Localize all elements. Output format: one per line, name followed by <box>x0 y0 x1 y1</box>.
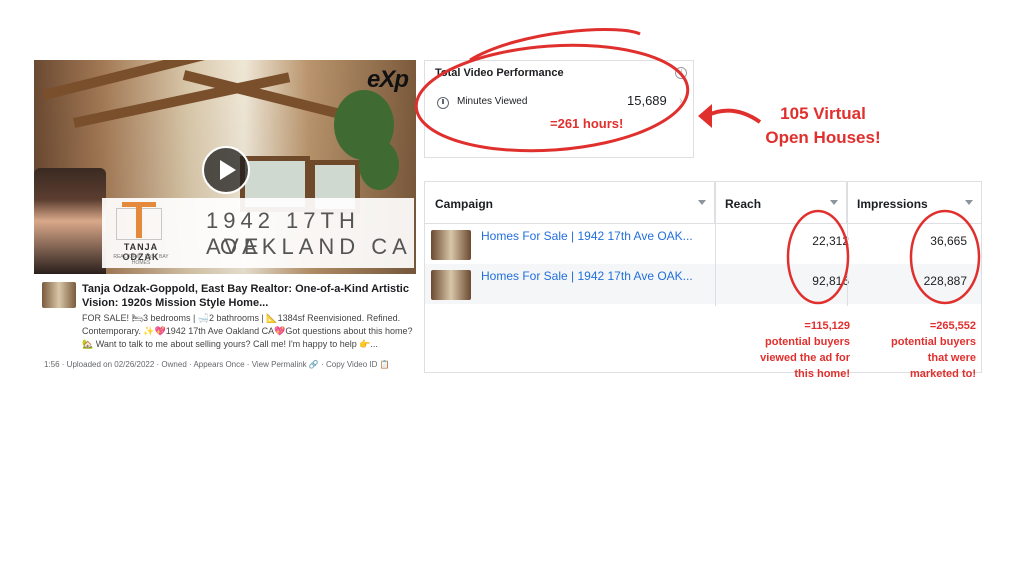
post-description: FOR SALE! 🛏3 bedrooms | 🛁2 bathrooms | 📐… <box>82 313 413 349</box>
video-thumbnail[interactable]: eXp TANJA ODZAK REALTOR® · EAST BAY HOME… <box>34 60 416 274</box>
column-header-reach[interactable]: Reach <box>715 182 847 224</box>
post-thumbnail-small <box>42 282 76 308</box>
play-button[interactable] <box>202 146 250 194</box>
column-divider <box>715 182 716 306</box>
annotation-line: marketed to! <box>909 368 976 380</box>
campaign-name-link[interactable]: Homes For Sale | 1942 17th Ave OAK... <box>481 269 693 283</box>
annotation-impressions: =265,552 potential buyers that were mark… <box>856 318 976 382</box>
annotation-line: potential buyers <box>891 336 976 348</box>
column-header-campaign[interactable]: Campaign <box>425 182 715 224</box>
annotation-open-houses: 105 Virtual Open Houses! <box>748 102 898 150</box>
annotation-line: potential buyers <box>765 336 850 348</box>
exp-logo: eXp <box>366 66 409 93</box>
annotation-line: =115,129 <box>804 320 850 332</box>
post-title[interactable]: Tanja Odzak-Goppold, East Bay Realtor: O… <box>82 282 412 310</box>
annotation-line: viewed the ad for <box>760 352 850 364</box>
tt-logo-icon <box>116 202 162 240</box>
annotation-line: Open Houses! <box>765 128 881 147</box>
chevron-right-icon[interactable]: › <box>679 95 683 107</box>
reach-value: 92,816 <box>812 274 849 288</box>
agent-avatar <box>34 168 106 274</box>
video-post-card: eXp TANJA ODZAK REALTOR® · EAST BAY HOME… <box>34 60 416 372</box>
column-header-label: Reach <box>725 197 762 211</box>
sort-caret-icon <box>698 200 706 205</box>
annotation-line: =265,552 <box>929 320 976 332</box>
impressions-value: 36,665 <box>930 234 967 248</box>
annotation-line: this home! <box>794 368 850 380</box>
plant <box>359 140 399 190</box>
agent-subtitle: REALTOR® · EAST BAY HOMES <box>113 254 169 266</box>
ad-thumbnail <box>431 270 471 300</box>
circle-minutes-stroke <box>469 28 641 62</box>
annotation-line: 105 Virtual <box>780 104 866 123</box>
annotation-hours: =261 hours! <box>550 116 624 131</box>
address-banner: TANJA ODZAK REALTOR® · EAST BAY HOMES 19… <box>102 198 414 268</box>
column-header-label: Campaign <box>435 197 494 211</box>
annotation-reach: =115,129 potential buyers viewed the ad … <box>718 318 850 382</box>
play-icon <box>220 160 236 180</box>
column-divider <box>847 182 848 306</box>
table-row[interactable]: Homes For Sale | 1942 17th Ave OAK... 92… <box>425 264 981 304</box>
minutes-viewed-label: Minutes Viewed <box>457 96 528 107</box>
clock-icon <box>437 97 449 109</box>
video-performance-panel: Total Video Performance i Minutes Viewed… <box>424 60 694 158</box>
performance-title: Total Video Performance <box>435 67 564 79</box>
reach-value: 22,312 <box>812 234 849 248</box>
table-row[interactable]: Homes For Sale | 1942 17th Ave OAK... 22… <box>425 224 981 264</box>
sort-caret-icon <box>830 200 838 205</box>
column-header-impressions[interactable]: Impressions <box>847 182 981 224</box>
annotation-line: that were <box>927 352 976 364</box>
sort-caret-icon <box>965 200 973 205</box>
campaign-name-link[interactable]: Homes For Sale | 1942 17th Ave OAK... <box>481 229 693 243</box>
address-line2: OAKLAND CA <box>220 234 412 259</box>
minutes-viewed-value: 15,689 <box>627 93 667 108</box>
arrow-head-icon <box>698 104 712 128</box>
post-meta: 1:56 · Uploaded on 02/26/2022 · Owned · … <box>44 360 390 369</box>
ad-thumbnail <box>431 230 471 260</box>
column-header-label: Impressions <box>857 197 928 211</box>
impressions-value: 228,887 <box>923 274 967 288</box>
info-icon[interactable]: i <box>675 67 687 79</box>
